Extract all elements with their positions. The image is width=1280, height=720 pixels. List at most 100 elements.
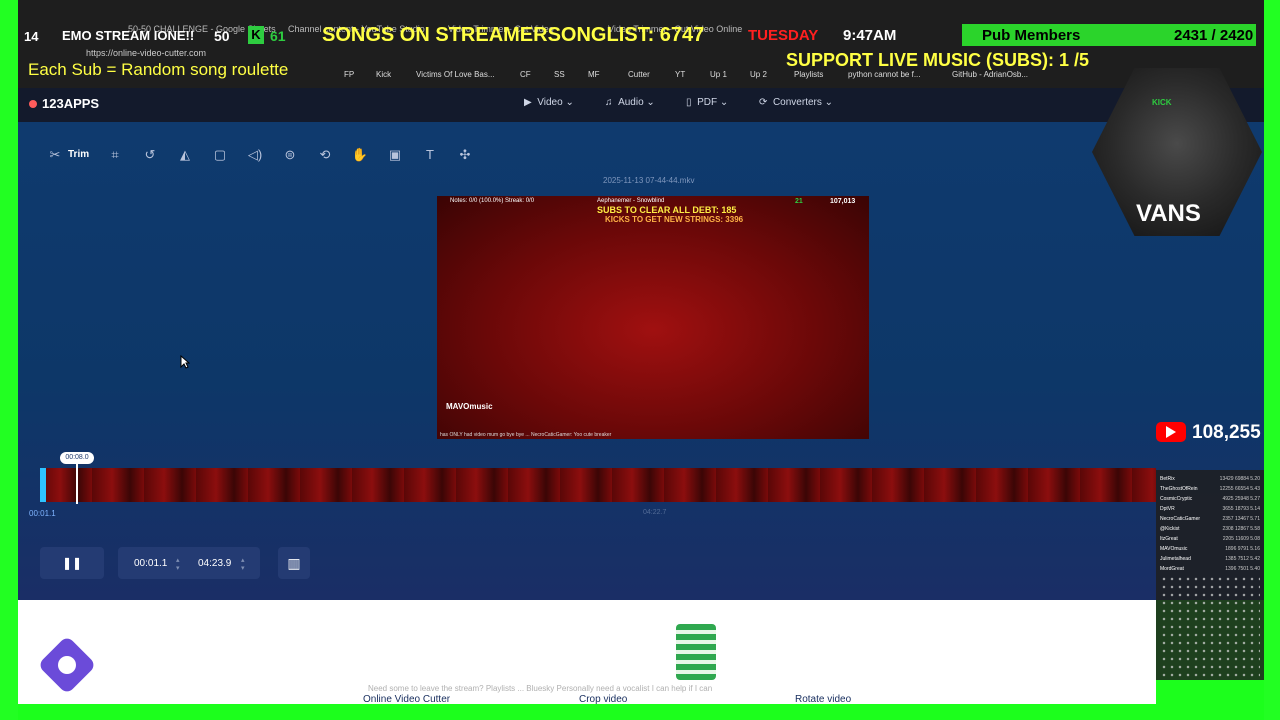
video-chat-ticker: has ONLY had video mum go bye bye ... Ne…	[440, 432, 612, 438]
nav-label: Converters	[772, 97, 822, 108]
start-time-input[interactable]: 00:01.1	[134, 558, 167, 569]
greenscreen-border-left	[0, 0, 18, 720]
film-icon: ▥	[287, 555, 301, 571]
bookmark[interactable]: YT	[675, 70, 685, 79]
stabilize-icon[interactable]: ✋	[349, 142, 371, 168]
leaderboard-values: 3655 18793 5.14	[1222, 506, 1260, 512]
playhead-time: 00:08.0	[60, 452, 94, 464]
bookmark[interactable]: CF	[520, 70, 531, 79]
resize-icon[interactable]: ▢	[209, 142, 231, 168]
cup-graphic	[676, 624, 716, 680]
split-button[interactable]: ▥	[278, 547, 310, 579]
link-rotate-video[interactable]: Rotate video	[795, 694, 851, 705]
bookmark[interactable]: SS	[554, 70, 565, 79]
cap-logo: KICK	[1152, 98, 1172, 107]
video-icon: ▶	[524, 97, 532, 108]
address-bar[interactable]: https://online-video-cutter.com	[86, 48, 206, 58]
video-track-title: Aephanemer - Snowblind	[597, 198, 665, 204]
bookmark[interactable]: MF	[588, 70, 600, 79]
bookmark[interactable]: GitHub - AdrianOsb...	[952, 70, 1028, 79]
timeline-strip[interactable]	[40, 468, 1156, 502]
end-time-input[interactable]: 04:23.9	[198, 558, 231, 569]
video-kicks-text: KICKS TO GET NEW STRINGS: 3396	[605, 215, 744, 224]
nav-converters[interactable]: ⟳ Converters ⌄	[759, 97, 833, 108]
video-notes-overlay: Notes: 0/0 (100.0%) Streak: 0/0	[450, 198, 535, 204]
crop-icon[interactable]: ⌗	[104, 142, 126, 168]
bookmark[interactable]: FP	[344, 70, 354, 79]
speed-icon[interactable]: ⊜	[279, 142, 301, 168]
kick-icon: K	[248, 26, 264, 44]
trim-tool-label[interactable]: Trim	[68, 149, 89, 160]
leaderboard-values: 13429 69884 5.20	[1219, 476, 1260, 482]
leaderboard-values: 1896 9791 5.16	[1225, 546, 1260, 552]
leaderboard-name: MAVOmusic	[1160, 546, 1188, 552]
app-logo[interactable]: 123APPS	[42, 96, 99, 111]
leaderboard-values: 12255 66554 5.43	[1219, 486, 1260, 492]
bookmark[interactable]: Playlists	[794, 70, 823, 79]
link-crop-video[interactable]: Crop video	[579, 694, 627, 705]
start-time-stepper-icon[interactable]: ▴ ▾	[176, 556, 180, 572]
image-icon[interactable]: ▣	[384, 142, 406, 168]
leaderboard-name: Julimetalhead	[1160, 556, 1191, 562]
songs-counter: SONGS ON STREAMERSONGLIST: 6747	[322, 24, 705, 46]
trim-handle-start[interactable]	[40, 468, 46, 502]
leaderboard-values: 4925 25948 5.27	[1222, 496, 1260, 502]
leaderboard-name: BetRix	[1160, 476, 1175, 482]
end-time-stepper-icon[interactable]: ▴ ▾	[241, 556, 245, 572]
video-channel-name: MAVOmusic	[446, 402, 493, 411]
bookmark[interactable]: python cannot be f...	[848, 70, 921, 79]
link-online-video-cutter[interactable]: Online Video Cutter	[363, 694, 450, 705]
chevron-down-icon: ⌄	[824, 97, 834, 108]
bookmark[interactable]: Victims Of Love Bas...	[416, 70, 495, 79]
chevron-down-icon: ⌄	[565, 97, 574, 108]
bookmark[interactable]: Up 1	[710, 70, 727, 79]
leaderboard-values: 1385 7512 5.42	[1225, 556, 1260, 562]
support-subs-text: SUPPORT LIVE MUSIC (SUBS): 1 /5	[786, 50, 1090, 70]
edit-toolbar: ✂ ⌗ ↺ ◭ ▢ ◁) ⊜ ⟲ ✋ ▣ T ✣	[40, 142, 486, 168]
bookmark[interactable]: Up 2	[750, 70, 767, 79]
shirt-logo: VANS	[1136, 200, 1201, 227]
timeline-start-time: 00:01.1	[29, 509, 56, 518]
plinko-board	[1160, 575, 1260, 680]
discord-icon	[58, 656, 76, 674]
music-icon: ♫	[605, 97, 613, 108]
stream-title-count: 50	[214, 28, 230, 44]
leaderboard-name: CosmicCryptic	[1160, 496, 1193, 502]
play-icon	[1166, 426, 1176, 438]
greenscreen-border-right	[1264, 0, 1280, 720]
pause-button[interactable]: ❚❚	[40, 547, 104, 579]
chevron-down-icon: ⌄	[646, 97, 655, 108]
leaderboard-name: NecroCaticGamer	[1160, 516, 1201, 522]
text-icon[interactable]: T	[419, 142, 441, 168]
volume-icon[interactable]: ◁)	[244, 142, 266, 168]
video-preview[interactable]	[437, 196, 869, 439]
counter-left: 14	[24, 29, 39, 44]
youtube-sub-count: 108,255	[1192, 422, 1261, 443]
file-name: 2025-11-13 07-44-44.mkv	[603, 176, 695, 185]
bookmark[interactable]: Cutter	[628, 70, 650, 79]
flip-icon[interactable]: ◭	[174, 142, 196, 168]
video-yt-count: 107,013	[830, 198, 856, 205]
kick-count: 61	[270, 28, 286, 44]
convert-icon: ⟳	[759, 97, 768, 108]
stream-ticker: Need some to leave the stream? Playlists…	[368, 684, 713, 693]
day-label: TUESDAY	[748, 27, 819, 44]
chevron-down-icon: ⌄	[719, 97, 729, 108]
document-icon: ▯	[686, 97, 692, 108]
mouse-cursor-icon	[180, 355, 190, 369]
rotate-icon[interactable]: ↺	[139, 142, 161, 168]
scissors-icon[interactable]: ✂	[44, 142, 66, 168]
pub-members-label: Pub Members	[982, 27, 1081, 44]
pause-icon: ❚❚	[61, 556, 83, 570]
nav-video[interactable]: ▶ Video ⌄	[524, 97, 574, 108]
leaderboard-values: 2357 13467 5.71	[1222, 516, 1260, 522]
leaderboard-name: MordGreat	[1160, 566, 1184, 572]
tools-icon[interactable]: ✣	[454, 142, 476, 168]
bookmark[interactable]: Kick	[376, 70, 391, 79]
stream-title: EMO STREAM IONE!!	[62, 28, 195, 43]
loop-icon[interactable]: ⟲	[314, 142, 336, 168]
playhead[interactable]	[76, 462, 78, 504]
leaderboard-values: 1396 7501 5.40	[1225, 566, 1260, 572]
nav-audio[interactable]: ♫ Audio ⌄	[605, 97, 655, 108]
nav-pdf[interactable]: ▯ PDF ⌄	[686, 97, 728, 108]
